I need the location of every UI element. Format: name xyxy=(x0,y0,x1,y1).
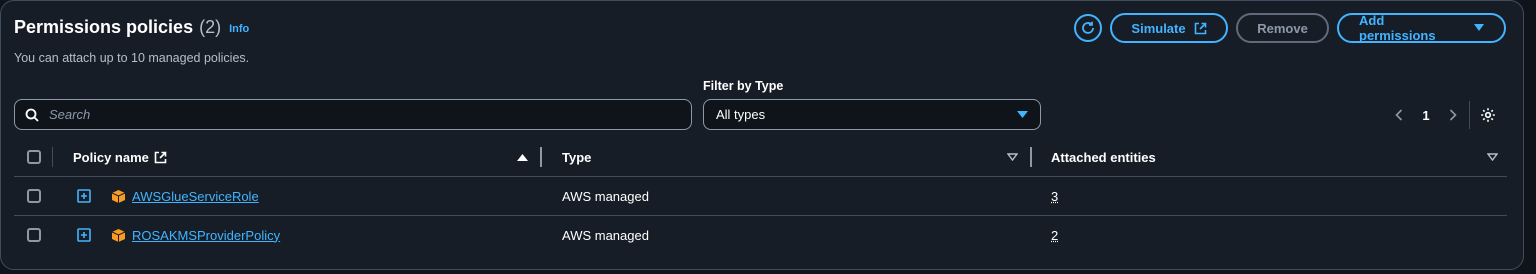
policy-type: AWS managed xyxy=(562,227,649,243)
type-filter-select[interactable]: All types xyxy=(703,99,1041,130)
search-icon xyxy=(25,108,39,122)
external-link-icon xyxy=(154,151,167,164)
table-row: ROSAKMSProviderPolicy AWS managed 2 xyxy=(14,216,1507,254)
attached-entities-link[interactable]: 3 xyxy=(1051,189,1058,204)
policies-table: Policy name Type Attached entities AWSGl… xyxy=(14,138,1507,254)
column-divider xyxy=(52,147,53,167)
refresh-icon xyxy=(1080,20,1096,36)
next-page-button[interactable] xyxy=(1443,109,1463,121)
policy-name-link[interactable]: AWSGlueServiceRole xyxy=(132,189,259,204)
gear-icon xyxy=(1481,108,1495,122)
aws-policy-icon xyxy=(111,228,126,243)
panel-title: Permissions policies xyxy=(14,17,194,37)
table-header-row: Policy name Type Attached entities xyxy=(14,138,1507,177)
column-header-type[interactable]: Type xyxy=(562,138,591,176)
search-input[interactable] xyxy=(47,106,691,123)
search-field[interactable] xyxy=(14,99,692,130)
simulate-button[interactable]: Simulate xyxy=(1110,13,1228,43)
page-number[interactable]: 1 xyxy=(1409,108,1443,123)
header-actions: Simulate Remove Add permissions xyxy=(1074,13,1506,43)
table-row: AWSGlueServiceRole AWS managed 3 xyxy=(14,177,1507,216)
aws-policy-icon xyxy=(111,189,126,204)
row-checkbox[interactable] xyxy=(27,228,41,242)
refresh-button[interactable] xyxy=(1074,14,1102,42)
chevron-right-icon xyxy=(1449,109,1457,121)
simulate-label: Simulate xyxy=(1131,20,1186,36)
add-permissions-button[interactable]: Add permissions xyxy=(1337,13,1506,43)
remove-label: Remove xyxy=(1257,20,1308,36)
add-permissions-label: Add permissions xyxy=(1359,13,1436,43)
chevron-left-icon xyxy=(1395,109,1403,121)
pager-divider xyxy=(1469,101,1470,129)
panel-header: Permissions policies (2) Info xyxy=(14,17,249,38)
previous-page-button[interactable] xyxy=(1389,109,1409,121)
sort-ascending-icon[interactable] xyxy=(517,138,528,176)
expand-row-button[interactable] xyxy=(77,177,91,215)
column-resizer[interactable] xyxy=(1030,147,1032,167)
type-filter-value: All types xyxy=(716,107,766,122)
caret-down-icon xyxy=(1474,24,1484,32)
select-all-checkbox[interactable] xyxy=(27,150,41,164)
caret-down-icon xyxy=(1017,110,1028,119)
filter-by-type-label: Filter by Type xyxy=(703,79,784,93)
remove-button[interactable]: Remove xyxy=(1236,13,1329,43)
panel-subtitle: You can attach up to 10 managed policies… xyxy=(14,51,250,65)
column-resizer[interactable] xyxy=(540,147,542,167)
sort-icon[interactable] xyxy=(1487,138,1498,176)
column-header-policy-name[interactable]: Policy name xyxy=(73,138,167,176)
policy-name-link[interactable]: ROSAKMSProviderPolicy xyxy=(132,228,280,243)
expand-plus-icon xyxy=(77,189,91,203)
sort-icon[interactable] xyxy=(1007,138,1018,176)
external-link-icon xyxy=(1194,22,1207,35)
expand-row-button[interactable] xyxy=(77,216,91,254)
expand-plus-icon xyxy=(77,228,91,242)
info-link[interactable]: Info xyxy=(229,23,249,35)
permissions-policies-panel: Permissions policies (2) Info You can at… xyxy=(0,0,1524,270)
attached-entities-link[interactable]: 2 xyxy=(1051,228,1058,243)
pagination: 1 xyxy=(1389,101,1496,129)
column-header-attached-entities[interactable]: Attached entities xyxy=(1051,138,1156,176)
policy-type: AWS managed xyxy=(562,188,649,204)
settings-button[interactable] xyxy=(1480,107,1496,123)
policy-count: (2) xyxy=(199,17,222,37)
row-checkbox[interactable] xyxy=(27,189,41,203)
